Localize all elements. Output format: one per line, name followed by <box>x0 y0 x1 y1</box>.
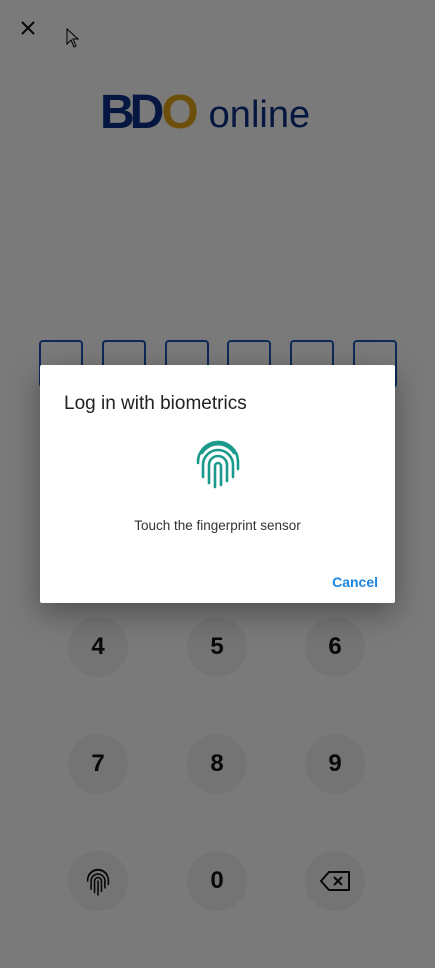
biometric-dialog: Log in with biometrics Touch the fingerp… <box>40 365 395 603</box>
cancel-button[interactable]: Cancel <box>332 574 378 590</box>
dialog-title: Log in with biometrics <box>64 393 247 414</box>
dialog-message: Touch the fingerprint sensor <box>134 518 301 533</box>
fingerprint-icon <box>196 440 240 489</box>
